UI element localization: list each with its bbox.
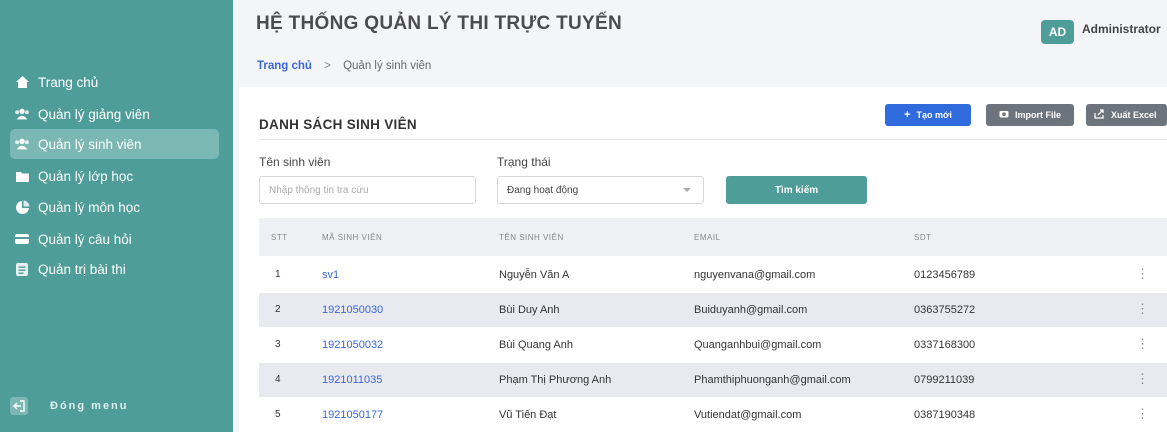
column-header-stt: STT: [271, 233, 288, 242]
name-filter-label: Tên sinh viên: [259, 155, 331, 169]
sidebar-item-classes[interactable]: Quản lý lớp học: [10, 161, 219, 191]
cell-email: Vutiendat@gmail.com: [694, 409, 802, 421]
more-vertical-icon[interactable]: ⋮: [1136, 371, 1149, 387]
cell-email: Quanganhbui@gmail.com: [694, 339, 822, 351]
app-title: HỆ THỐNG QUẢN LÝ THI TRỰC TUYẾN: [256, 13, 623, 34]
breadcrumb-current: Quản lý sinh viên: [343, 60, 432, 72]
column-header-phone: SDT: [914, 233, 932, 242]
sidebar: Trang chủ Quản lý giảng viên Quản lý sin…: [0, 0, 233, 432]
table-row: 4 1921011035 Phạm Thị Phương Anh Phamthi…: [259, 363, 1167, 397]
status-filter-label: Trạng thái: [497, 155, 551, 169]
sidebar-item-students[interactable]: Quản lý sinh viên: [10, 129, 219, 159]
more-vertical-icon[interactable]: ⋮: [1136, 266, 1149, 282]
more-vertical-icon[interactable]: ⋮: [1136, 406, 1149, 422]
cell-phone: 0123456789: [914, 269, 976, 281]
cell-stt: 4: [275, 374, 281, 385]
document-icon: [14, 261, 30, 277]
chevron-down-icon: [683, 188, 691, 192]
sidebar-item-label: Quản lý sinh viên: [38, 136, 142, 152]
import-file-button[interactable]: Import File: [986, 104, 1074, 126]
table-header: STT MÃ SINH VIÊN TÊN SINH VIÊN EMAIL SDT: [259, 218, 1167, 256]
card-icon: [14, 231, 30, 247]
panel-title: DANH SÁCH SINH VIÊN: [259, 117, 417, 132]
cell-phone: 0363755272: [914, 304, 976, 316]
search-button[interactable]: Tìm kiếm: [726, 176, 867, 204]
table-row: 1 sv1 Nguyễn Văn A nguyenvana@gmail.com …: [259, 258, 1167, 292]
cell-student-id-link[interactable]: 1921050032: [322, 339, 383, 351]
cell-email: nguyenvana@gmail.com: [694, 269, 816, 281]
sidebar-item-label: Quản lý giảng viên: [38, 106, 150, 122]
create-new-label: Tạo mới: [916, 110, 952, 120]
cell-stt: 1: [275, 269, 281, 280]
user-name[interactable]: Administrator: [1082, 22, 1161, 36]
cell-stt: 3: [275, 339, 281, 350]
logout-icon: [10, 397, 28, 415]
cell-student-id-link[interactable]: sv1: [322, 269, 339, 281]
table-row: 3 1921050032 Bùi Quang Anh Quanganhbui@g…: [259, 328, 1167, 362]
collapse-menu-label: Đóng menu: [50, 400, 129, 412]
cell-student-id-link[interactable]: 1921050177: [322, 409, 383, 421]
cell-student-name: Vũ Tiến Đạt: [499, 409, 557, 421]
sidebar-item-label: Quản lý câu hỏi: [38, 231, 132, 247]
sidebar-item-questions[interactable]: Quản lý câu hỏi: [10, 224, 219, 254]
pie-chart-icon: [14, 199, 30, 215]
cell-student-id-link[interactable]: 1921050030: [322, 304, 383, 316]
cell-phone: 0799211039: [914, 374, 975, 386]
upload-icon: [999, 109, 1009, 121]
export-icon: [1094, 108, 1105, 122]
table-row: 5 1921050177 Vũ Tiến Đạt Vutiendat@gmail…: [259, 398, 1167, 432]
import-file-label: Import File: [1014, 110, 1061, 120]
home-icon: [14, 74, 30, 90]
breadcrumb-separator: >: [324, 60, 331, 72]
search-input[interactable]: Nhập thông tin tra cứu: [259, 176, 476, 204]
users-icon: [14, 136, 30, 152]
sidebar-item-lecturers[interactable]: Quản lý giảng viên: [10, 99, 219, 129]
status-select-value: Đang hoạt động: [507, 184, 579, 196]
column-header-email: EMAIL: [694, 233, 721, 242]
more-vertical-icon[interactable]: ⋮: [1136, 336, 1149, 352]
cell-student-name: Nguyễn Văn A: [499, 269, 570, 281]
avatar[interactable]: AD: [1041, 20, 1074, 44]
sidebar-item-home[interactable]: Trang chủ: [10, 67, 219, 97]
cell-email: Buiduyanh@gmail.com: [694, 304, 808, 316]
collapse-menu-button[interactable]: Đóng menu: [10, 393, 129, 419]
folder-icon: [14, 168, 30, 184]
cell-email: Phamthiphuonganh@gmail.com: [694, 374, 851, 386]
create-new-button[interactable]: + Tạo mới: [885, 104, 971, 126]
sidebar-item-exams[interactable]: Quản trị bài thi: [10, 254, 219, 284]
divider: [259, 139, 1167, 140]
sidebar-item-subjects[interactable]: Quản lý môn học: [10, 192, 219, 222]
cell-student-name: Bùi Quang Anh: [499, 339, 574, 351]
plus-icon: +: [904, 109, 911, 121]
cell-student-id-link[interactable]: 1921011035: [322, 374, 382, 386]
sidebar-item-label: Quản trị bài thi: [38, 261, 126, 277]
cell-student-name: Bùi Duy Anh: [499, 304, 560, 316]
sidebar-item-label: Quản lý lớp học: [38, 168, 134, 184]
breadcrumb-home-link[interactable]: Trang chủ: [257, 60, 312, 72]
export-excel-button[interactable]: Xuất Excel: [1086, 104, 1167, 126]
cell-stt: 5: [275, 409, 281, 420]
sidebar-item-label: Quản lý môn học: [38, 199, 141, 215]
cell-stt: 2: [275, 304, 281, 315]
more-vertical-icon[interactable]: ⋮: [1136, 301, 1149, 317]
sidebar-item-label: Trang chủ: [38, 74, 99, 90]
cell-phone: 0337168300: [914, 339, 976, 351]
users-icon: [14, 106, 30, 122]
export-excel-label: Xuất Excel: [1111, 110, 1157, 120]
breadcrumb: Trang chủ > Quản lý sinh viên: [257, 60, 431, 72]
column-header-student-id: MÃ SINH VIÊN: [322, 233, 383, 242]
cell-phone: 0387190348: [914, 409, 976, 421]
status-select[interactable]: Đang hoạt động: [497, 176, 704, 204]
column-header-student-name: TÊN SINH VIÊN: [499, 233, 564, 242]
cell-student-name: Phạm Thị Phương Anh: [499, 374, 612, 386]
table-row: 2 1921050030 Bùi Duy Anh Buiduyanh@gmail…: [259, 293, 1167, 327]
